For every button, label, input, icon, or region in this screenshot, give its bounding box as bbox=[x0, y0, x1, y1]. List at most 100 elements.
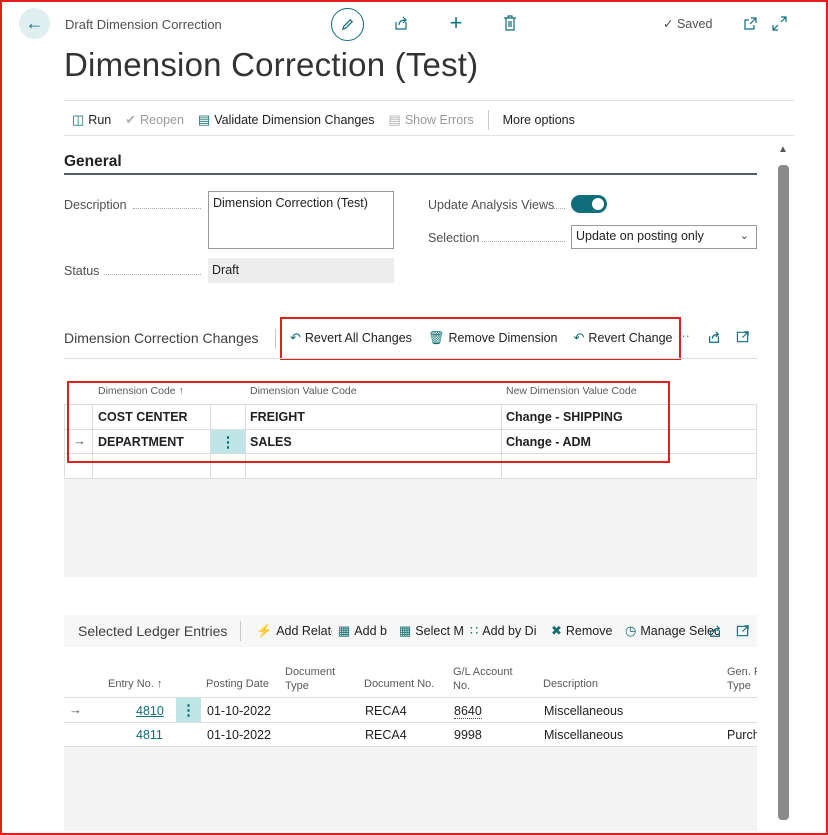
undo-icon: ↶ bbox=[573, 330, 585, 345]
grid-line bbox=[64, 722, 757, 723]
back-button[interactable]: ← bbox=[19, 8, 50, 39]
share-icon bbox=[710, 625, 721, 637]
chevron-down-icon: ⌄ bbox=[739, 230, 749, 242]
add-icon: + bbox=[449, 10, 463, 35]
popout-button[interactable] bbox=[742, 15, 758, 31]
validate-icon: ▤ bbox=[197, 112, 211, 127]
toggle-knob bbox=[592, 198, 604, 210]
status-label: Status bbox=[64, 264, 100, 278]
saved-indicator: ✓ Saved bbox=[663, 17, 713, 31]
table-row-cell[interactable]: Purch bbox=[727, 728, 757, 742]
status-leader bbox=[104, 274, 201, 275]
delete-icon bbox=[504, 15, 516, 31]
reopen-action[interactable]: ✔ Reopen bbox=[125, 112, 184, 128]
new-button[interactable]: + bbox=[446, 10, 466, 35]
select-manually-action[interactable]: ▦ Select M bbox=[399, 623, 464, 639]
add-related-action[interactable]: ⚡ Add Relate bbox=[256, 623, 332, 639]
share-button[interactable] bbox=[392, 14, 410, 32]
selection-dropdown[interactable]: Update on posting only ⌄ bbox=[571, 225, 757, 249]
changes-empty-area bbox=[64, 479, 757, 577]
popout-icon bbox=[743, 16, 757, 30]
scroll-up-arrow[interactable]: ▲ bbox=[776, 143, 790, 155]
show-errors-icon: ▤ bbox=[388, 112, 401, 127]
remove-icon: ✖ bbox=[551, 623, 562, 638]
table-row-cell[interactable]: 01-10-2022 bbox=[207, 728, 271, 742]
remove-dimension-action[interactable]: 🗑 Remove Dimension bbox=[428, 330, 558, 346]
validate-dimension-changes-action[interactable]: ▤ Validate Dimension Changes bbox=[198, 112, 375, 128]
expand-button[interactable] bbox=[771, 15, 787, 31]
vertical-scrollbar[interactable] bbox=[778, 165, 789, 820]
grid-highlight bbox=[67, 381, 670, 463]
changes-header: Dimension Correction Changes bbox=[64, 330, 259, 346]
row-actions-button[interactable]: ⋮ bbox=[176, 698, 201, 722]
table-row-cell[interactable]: Miscellaneous bbox=[544, 728, 623, 742]
col-document-type[interactable]: Document Type bbox=[285, 665, 335, 693]
table-row-cell[interactable]: RECA4 bbox=[365, 704, 407, 718]
breadcrumb: Draft Dimension Correction bbox=[65, 17, 222, 32]
changes-divider bbox=[64, 358, 757, 359]
ledger-popout-button[interactable] bbox=[735, 623, 751, 639]
add-by-dimension-action[interactable]: ∷ Add by Di bbox=[470, 623, 545, 639]
share-icon bbox=[709, 331, 720, 343]
popout-icon bbox=[736, 331, 749, 343]
edit-button[interactable] bbox=[331, 8, 364, 41]
changes-popout-button[interactable] bbox=[735, 329, 751, 345]
lightning-icon: ⚡ bbox=[256, 623, 273, 638]
col-document-no[interactable]: Document No. bbox=[364, 678, 434, 690]
changes-share-button[interactable] bbox=[706, 329, 722, 345]
status-field: Draft bbox=[208, 258, 394, 283]
ledger-empty-area bbox=[64, 747, 757, 831]
more-actions-dots[interactable]: ··· bbox=[677, 328, 690, 343]
grid-line bbox=[64, 404, 65, 478]
revert-all-changes-action[interactable]: ↶ Revert All Changes bbox=[290, 330, 412, 346]
revert-change-action[interactable]: ↶ Revert Change bbox=[574, 330, 673, 346]
update-views-leader bbox=[553, 208, 565, 209]
history-icon: ◷ bbox=[625, 623, 637, 638]
expand-icon bbox=[771, 15, 787, 31]
table-row-cell[interactable]: 8640 bbox=[454, 704, 482, 719]
ledger-separator bbox=[240, 621, 241, 641]
page-title: Dimension Correction (Test) bbox=[64, 46, 479, 83]
show-errors-action[interactable]: ▤ Show Errors bbox=[389, 112, 474, 128]
delete-button[interactable] bbox=[501, 14, 519, 32]
col-gl-account-no[interactable]: G/L Account No. bbox=[453, 665, 513, 693]
manage-selection-action[interactable]: ◷ Manage Selec bbox=[625, 623, 719, 639]
ledger-share-button[interactable] bbox=[707, 623, 723, 639]
col-gen-posting-type[interactable]: Gen. P Type bbox=[727, 665, 757, 693]
update-analysis-views-toggle[interactable] bbox=[571, 195, 607, 213]
selection-leader bbox=[482, 241, 565, 242]
back-arrow-icon: ← bbox=[25, 13, 44, 33]
run-action[interactable]: ◫ Run bbox=[72, 112, 111, 128]
description-field[interactable]: Dimension Correction (Test) bbox=[208, 191, 394, 249]
undo-icon: ↶ bbox=[290, 330, 301, 345]
table-row-cell[interactable]: 9998 bbox=[454, 728, 482, 742]
action-separator bbox=[487, 110, 489, 130]
table-row-cell[interactable]: 01-10-2022 bbox=[207, 704, 271, 718]
add-by-action[interactable]: ▦ Add b bbox=[338, 623, 393, 639]
description-leader bbox=[133, 208, 201, 209]
col-entry-no[interactable]: Entry No. ↑ bbox=[108, 678, 162, 690]
selection-label: Selection bbox=[428, 231, 480, 245]
entry-no-link[interactable]: 4810 bbox=[136, 704, 164, 718]
delete-icon: 🗑 bbox=[427, 330, 445, 345]
ledger-header: Selected Ledger Entries bbox=[78, 623, 228, 639]
current-row-arrow: → bbox=[69, 702, 82, 717]
entry-no-link[interactable]: 4811 bbox=[136, 728, 163, 742]
remove-action[interactable]: ✖ Remove bbox=[551, 623, 619, 639]
more-options-action[interactable]: More options bbox=[503, 113, 575, 127]
table-row-cell[interactable]: Miscellaneous bbox=[544, 704, 623, 718]
general-underline bbox=[64, 173, 757, 175]
grid-line bbox=[756, 404, 757, 478]
description-label: Description bbox=[64, 198, 127, 212]
run-icon: ◫ bbox=[72, 112, 85, 127]
changes-separator bbox=[275, 329, 276, 349]
col-posting-date[interactable]: Posting Date bbox=[206, 678, 269, 690]
checkmark-icon: ✓ bbox=[663, 17, 674, 31]
edit-icon bbox=[341, 18, 354, 31]
table-row-cell[interactable]: RECA4 bbox=[365, 728, 407, 742]
update-analysis-views-label: Update Analysis Views bbox=[428, 198, 555, 212]
popout-icon bbox=[736, 625, 749, 637]
grid-icon: ▦ bbox=[399, 623, 412, 638]
col-description[interactable]: Description bbox=[543, 678, 598, 690]
general-header: General bbox=[64, 153, 122, 170]
